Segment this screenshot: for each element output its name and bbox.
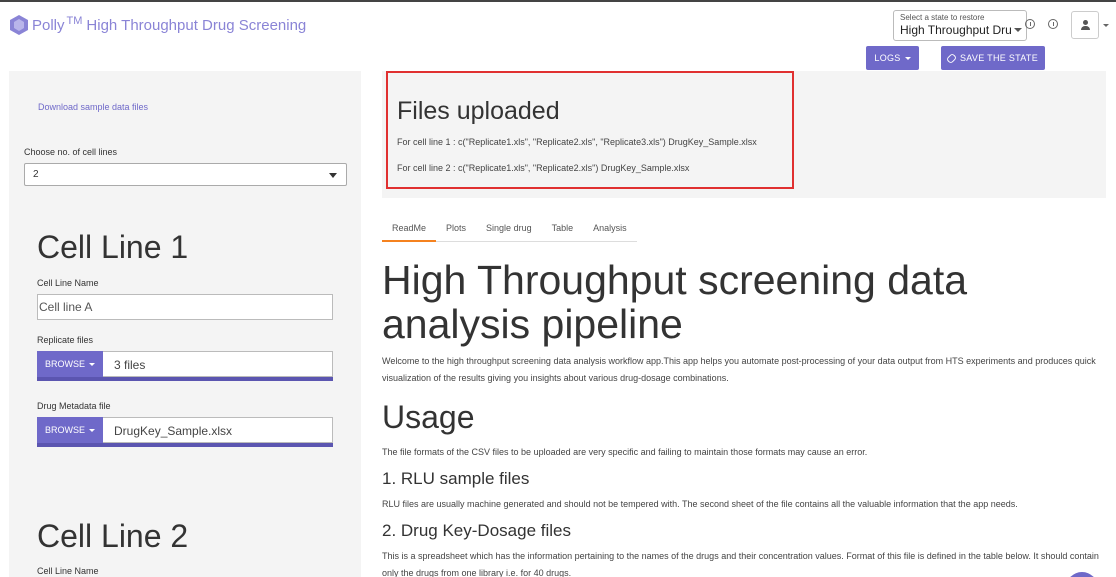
replicate-files-value: 3 files — [103, 351, 333, 377]
drugkey-text: This is a spreadsheet which has the info… — [382, 551, 1099, 577]
files-uploaded-panel: Files uploaded For cell line 1 : c("Repl… — [382, 71, 1106, 198]
chevron-down-icon — [329, 173, 337, 178]
cell-lines-count-select[interactable]: 2 — [24, 163, 347, 186]
info-icon[interactable] — [1048, 19, 1058, 29]
user-icon — [1083, 20, 1088, 25]
logs-button-label: LOGS — [874, 53, 901, 63]
brand-name: Polly — [32, 16, 65, 34]
tab-analysis[interactable]: Analysis — [583, 216, 637, 242]
usage-text: The file formats of the CSV files to be … — [382, 447, 868, 457]
download-sample-link[interactable]: Download sample data files — [38, 102, 148, 112]
files-uploaded-line-1: For cell line 1 : c("Replicate1.xls", "R… — [397, 137, 757, 147]
sidebar: Download sample data files Choose no. of… — [9, 71, 361, 577]
cell-line-2-name-label: Cell Line Name — [37, 566, 99, 576]
main-tabs: ReadMe Plots Single drug Table Analysis — [382, 216, 637, 242]
replicate-upload-progress-fill — [37, 377, 333, 381]
metadata-upload-progress-fill — [37, 443, 333, 447]
user-icon-body — [1081, 26, 1090, 30]
restore-state-value: High Throughput Dru... — [900, 23, 1012, 37]
cell-lines-count-label: Choose no. of cell lines — [24, 147, 118, 157]
cell-line-1-name-input[interactable]: Cell line A — [37, 294, 333, 320]
files-uploaded-highlight: Files uploaded For cell line 1 : c("Repl… — [386, 71, 794, 189]
user-menu-button[interactable] — [1071, 11, 1099, 39]
save-state-button[interactable]: SAVE THE STATE — [941, 46, 1045, 70]
replicate-browse-button[interactable]: BROWSE — [37, 351, 103, 377]
caret-down-icon — [904, 56, 911, 60]
drug-metadata-value: DrugKey_Sample.xlsx — [103, 417, 333, 443]
files-uploaded-line-2: For cell line 2 : c("Replicate1.xls", "R… — [397, 163, 690, 173]
replicate-files-input[interactable]: BROWSE 3 files — [37, 351, 333, 377]
drug-metadata-label: Drug Metadata file — [37, 401, 111, 411]
tab-readme[interactable]: ReadMe — [382, 216, 437, 242]
drugkey-heading: 2. Drug Key-Dosage files — [382, 521, 571, 540]
link-icon — [945, 52, 958, 64]
usage-heading: Usage — [382, 399, 475, 435]
polly-logo-icon — [10, 15, 28, 35]
drug-metadata-input[interactable]: BROWSE DrugKey_Sample.xlsx — [37, 417, 333, 443]
rlu-text: RLU files are usually machine generated … — [382, 499, 1018, 509]
chevron-down-icon — [1014, 28, 1022, 32]
save-state-label: SAVE THE STATE — [959, 53, 1039, 63]
caret-down-icon — [89, 362, 95, 366]
replicate-files-label: Replicate files — [37, 335, 94, 345]
metadata-browse-button[interactable]: BROWSE — [37, 417, 103, 443]
app-title: High Throughput Drug Screening — [86, 16, 307, 34]
tab-table[interactable]: Table — [542, 216, 584, 242]
logs-button[interactable]: LOGS — [866, 46, 919, 70]
rlu-heading: 1. RLU sample files — [382, 469, 530, 488]
tab-plots[interactable]: Plots — [436, 216, 476, 242]
restore-state-select[interactable]: Select a state to restore High Throughpu… — [893, 10, 1027, 41]
cell-line-1-name-label: Cell Line Name — [37, 278, 99, 288]
restore-state-label: Select a state to restore — [900, 13, 985, 22]
history-icon[interactable] — [1025, 19, 1035, 29]
caret-down-icon — [89, 428, 95, 432]
readme-title: High Throughput screening data analysis … — [382, 257, 968, 347]
replicate-upload-progress — [37, 377, 333, 381]
tab-single-drug[interactable]: Single drug — [476, 216, 542, 242]
readme-intro: Welcome to the high throughput screening… — [382, 356, 1096, 383]
top-bar: Polly TM High Throughput Drug Screening … — [0, 0, 1116, 44]
cell-line-2-heading: Cell Line 2 — [37, 518, 189, 554]
files-uploaded-title: Files uploaded — [397, 97, 560, 125]
cell-line-1-name-value: Cell line A — [39, 300, 93, 314]
user-menu-caret-icon[interactable] — [1103, 24, 1109, 27]
metadata-browse-label: BROWSE — [44, 425, 85, 435]
brand-trademark: TM — [66, 15, 83, 27]
cell-lines-count-value: 2 — [33, 169, 39, 180]
replicate-browse-label: BROWSE — [44, 359, 85, 369]
brand[interactable]: Polly TM High Throughput Drug Screening — [9, 14, 306, 36]
cell-line-1-heading: Cell Line 1 — [37, 229, 189, 265]
metadata-upload-progress — [37, 443, 333, 447]
